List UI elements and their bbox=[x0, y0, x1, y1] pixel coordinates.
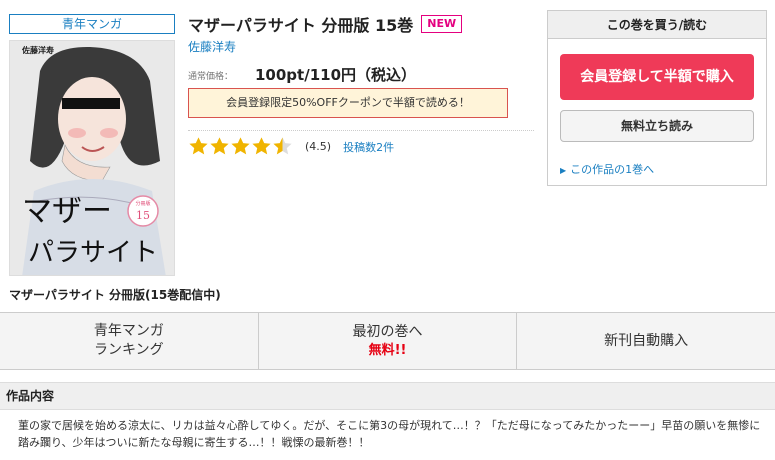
price: 100pt/110円（税込） bbox=[255, 66, 417, 84]
star-icon bbox=[273, 137, 292, 155]
description-heading: 作品内容 bbox=[0, 382, 775, 410]
tab-first-volume-label: 最初の巻へ bbox=[352, 323, 423, 340]
coupon-banner[interactable]: 会員登録限定50%OFFクーポンで半額で読める！ bbox=[188, 88, 508, 118]
cover-title-line1: マザー bbox=[22, 194, 112, 229]
cover-author-text: 佐藤洋寿 bbox=[21, 45, 54, 55]
author-link[interactable]: 佐藤洋寿 bbox=[188, 38, 236, 55]
rating-value: (4.5) bbox=[305, 140, 332, 153]
series-name[interactable]: マザーパラサイト 分冊版(15巻配信中) bbox=[9, 286, 221, 303]
action-tabs: 青年マンガ ランキング 最初の巻へ 無料!! 新刊自動購入 bbox=[0, 312, 775, 370]
svg-text:分冊版: 分冊版 bbox=[135, 200, 150, 207]
tab-free-label: 無料!! bbox=[368, 342, 407, 358]
title-row: マザーパラサイト 分冊版 15巻 NEW bbox=[188, 12, 463, 36]
tab-first-volume[interactable]: 最初の巻へ 無料!! bbox=[259, 313, 518, 369]
tab-genre-ranking[interactable]: 青年マンガ ランキング bbox=[0, 313, 259, 369]
first-volume-link-label: この作品の1巻へ bbox=[570, 163, 655, 176]
star-icon bbox=[252, 137, 271, 155]
cover-title-line2: パラサイト bbox=[28, 238, 158, 268]
free-preview-button[interactable]: 無料立ち読み bbox=[560, 110, 754, 142]
product-title: マザーパラサイト 分冊版 15巻 bbox=[188, 16, 414, 35]
divider bbox=[188, 130, 534, 131]
cover-image[interactable]: 佐藤洋寿 マザー パラサイト 分冊版 15 bbox=[9, 40, 175, 276]
tab-ranking-line1: 青年マンガ bbox=[93, 323, 164, 339]
rating-row: (4.5) 投稿数2件 bbox=[188, 136, 394, 157]
register-purchase-button[interactable]: 会員登録して半額で購入 bbox=[560, 54, 754, 100]
new-badge: NEW bbox=[421, 15, 463, 33]
star-icon bbox=[231, 137, 250, 155]
genre-badge[interactable]: 青年マンガ bbox=[9, 14, 175, 34]
buy-box: この巻を買う/読む 会員登録して半額で購入 無料立ち読み ▶ この作品の1巻へ bbox=[547, 10, 767, 186]
rating-stars bbox=[188, 136, 293, 157]
star-icon bbox=[189, 137, 208, 155]
star-icon bbox=[210, 137, 229, 155]
tab-ranking-line2: ランキング bbox=[94, 342, 164, 358]
price-label: 通常価格： bbox=[188, 72, 234, 82]
description-text: 菫の家で居候を始める涼太に、リカは益々心酔してゆく。だが、そこに第3の母が現れて… bbox=[18, 419, 761, 449]
buy-box-heading: この巻を買う/読む bbox=[548, 11, 766, 39]
svg-text:15: 15 bbox=[136, 209, 150, 222]
triangle-right-icon: ▶ bbox=[560, 166, 567, 175]
cover-volume-badge: 分冊版 15 bbox=[127, 195, 159, 227]
first-volume-link[interactable]: ▶ この作品の1巻へ bbox=[560, 161, 654, 177]
review-count-link[interactable]: 投稿数2件 bbox=[343, 139, 394, 155]
cover-art: 佐藤洋寿 マザー パラサイト 分冊版 15 bbox=[10, 41, 174, 275]
tab-auto-purchase-label: 新刊自動購入 bbox=[604, 332, 689, 349]
tab-auto-purchase[interactable]: 新刊自動購入 bbox=[517, 313, 775, 369]
